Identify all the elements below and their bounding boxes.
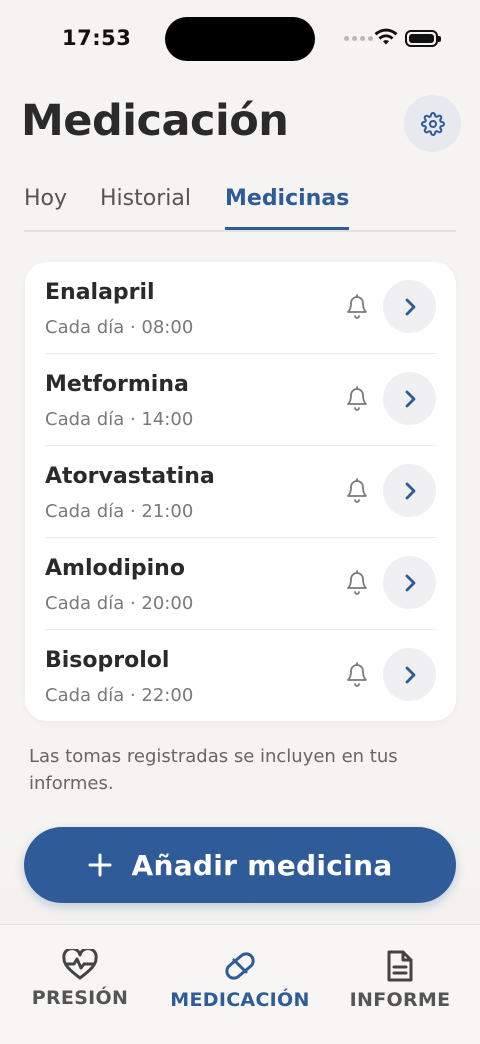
battery-icon: [405, 30, 441, 47]
plus-icon: [88, 853, 112, 877]
medicine-schedule: Cada día · 08:00: [45, 317, 194, 338]
list-item-atorvastatina[interactable]: Atorvastatina Cada día · 21:00: [45, 446, 436, 538]
medicines-list: Enalapril Cada día · 08:00 Metformina Ca…: [25, 262, 456, 721]
medicine-schedule: Cada día · 14:00: [45, 409, 194, 430]
status-bar: 17:53: [0, 0, 480, 78]
status-time: 17:53: [62, 26, 132, 50]
open-medicine-button[interactable]: [383, 556, 436, 609]
tab-bar: Hoy Historial Medicinas: [24, 182, 456, 232]
nav-item-medicacion[interactable]: MEDICACIÓN: [166, 949, 314, 1011]
document-icon: [387, 950, 413, 982]
dynamic-island: [165, 17, 315, 61]
medicine-name: Bisoprolol: [45, 648, 170, 673]
settings-button[interactable]: [404, 95, 461, 152]
medicine-schedule: Cada día · 22:00: [45, 685, 194, 706]
medicine-schedule: Cada día · 21:00: [45, 501, 194, 522]
tab-medicinas[interactable]: Medicinas: [225, 186, 350, 230]
chevron-right-icon: [405, 482, 415, 499]
footnote-text: Las tomas registradas se incluyen en tus…: [29, 746, 398, 794]
nav-item-informe[interactable]: INFORME: [346, 949, 454, 1011]
medicine-name: Atorvastatina: [45, 464, 215, 489]
bottom-nav: PRESIÓN MEDICACIÓN INFORME: [0, 924, 480, 1044]
bell-icon[interactable]: [345, 570, 369, 596]
nav-item-presion[interactable]: PRESIÓN: [30, 949, 130, 1009]
pill-icon: [225, 952, 255, 980]
add-medicine-label: Añadir medicina: [131, 848, 393, 882]
bell-icon[interactable]: [345, 662, 369, 688]
open-medicine-button[interactable]: [383, 280, 436, 333]
list-item-amlodipino[interactable]: Amlodipino Cada día · 20:00: [45, 538, 436, 630]
medicine-schedule: Cada día · 20:00: [45, 593, 194, 614]
nav-label: PRESIÓN: [31, 987, 129, 1009]
cellular-signal-icon: [344, 36, 373, 41]
medicine-name: Enalapril: [45, 280, 155, 305]
chevron-right-icon: [405, 298, 415, 315]
medicine-name: Metformina: [45, 372, 189, 397]
page-title: Medicación: [21, 96, 289, 146]
open-medicine-button[interactable]: [383, 648, 436, 701]
chevron-right-icon: [405, 574, 415, 591]
add-medicine-button[interactable]: Añadir medicina: [24, 827, 456, 903]
chevron-right-icon: [405, 666, 415, 683]
nav-label: INFORME: [349, 989, 451, 1011]
bell-icon[interactable]: [345, 386, 369, 412]
open-medicine-button[interactable]: [383, 372, 436, 425]
bell-icon[interactable]: [345, 294, 369, 320]
bell-icon[interactable]: [345, 478, 369, 504]
chevron-right-icon: [405, 390, 415, 407]
list-item-bisoprolol[interactable]: Bisoprolol Cada día · 22:00: [45, 630, 436, 722]
list-item-enalapril[interactable]: Enalapril Cada día · 08:00: [45, 262, 436, 354]
wifi-icon: [374, 28, 398, 45]
tab-historial[interactable]: Historial: [100, 186, 191, 227]
list-item-metformina[interactable]: Metformina Cada día · 14:00: [45, 354, 436, 446]
heart-pulse-icon: [62, 949, 98, 980]
gear-icon: [420, 111, 445, 136]
nav-label: MEDICACIÓN: [170, 989, 310, 1011]
tab-hoy[interactable]: Hoy: [24, 186, 67, 227]
open-medicine-button[interactable]: [383, 464, 436, 517]
medicine-name: Amlodipino: [45, 556, 185, 581]
